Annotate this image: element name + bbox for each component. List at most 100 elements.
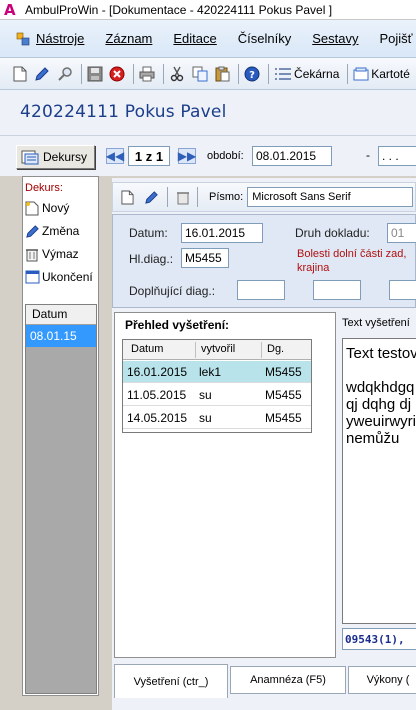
diagnosis-description-line2: krajina	[297, 262, 330, 274]
exam-text-line: nemůžu	[346, 430, 400, 447]
column-header-dg[interactable]: Dg.	[267, 343, 284, 355]
new-document-icon[interactable]	[117, 187, 137, 207]
doplnujici-diag-field-1[interactable]	[237, 280, 285, 300]
search-icon[interactable]	[57, 64, 73, 84]
dekursy-button[interactable]: Dekursy	[16, 145, 95, 169]
column-header-datum[interactable]: Datum	[131, 343, 163, 355]
menu-sestavy[interactable]: Sestavy	[312, 31, 358, 46]
new-document-icon[interactable]	[12, 64, 28, 84]
cell-vytvoril: lek1	[199, 365, 222, 379]
toolbar-separator	[167, 187, 168, 207]
pencil-icon	[24, 223, 40, 239]
next-record-icon[interactable]: ▶▶	[178, 148, 196, 164]
pencil-icon[interactable]	[141, 187, 161, 207]
title-bar: A AmbulProWin - [Dokumentace - 420224111…	[0, 0, 416, 20]
dekurs-delete-button[interactable]: Výmaz	[24, 246, 79, 262]
dekurs-edit-button[interactable]: Změna	[24, 223, 79, 239]
trash-icon	[24, 246, 40, 262]
exam-overview-panel: Přehled vyšetření: Datum vytvořil Dg. 16…	[114, 312, 336, 658]
record-pager: 1 z 1	[128, 146, 170, 166]
app-logo-icon: A	[4, 0, 16, 19]
dekurs-new-button[interactable]: Nový	[24, 200, 69, 216]
menu-pojisteni[interactable]: Pojišť	[379, 31, 412, 46]
hldiag-label: Hl.diag.:	[129, 252, 174, 266]
paste-icon[interactable]	[214, 64, 230, 84]
font-select[interactable]: Microsoft Sans Serif	[247, 187, 414, 207]
dekurs-list-item[interactable]: 08.01.15	[26, 325, 96, 347]
window-title: AmbulProWin - [Dokumentace - 420224111 P…	[25, 2, 333, 17]
hldiag-field[interactable]: M5455	[181, 248, 229, 268]
tab-vykony[interactable]: Výkony (	[348, 666, 416, 694]
copy-icon[interactable]	[192, 64, 208, 84]
print-icon[interactable]	[139, 64, 155, 84]
doplnujici-diag-field-2[interactable]	[313, 280, 361, 300]
cekarna-button[interactable]: Čekárna	[274, 67, 339, 81]
column-header-vytvoril[interactable]: vytvořil	[201, 343, 235, 355]
dekurs-delete-label: Výmaz	[42, 247, 79, 261]
obdobi-to-field[interactable]: . . .	[378, 146, 416, 166]
menu-ciselniky[interactable]: Číselníky	[238, 31, 291, 46]
previous-record-icon[interactable]: ◀◀	[106, 148, 124, 164]
menu-editace[interactable]: Editace	[173, 31, 216, 46]
menu-nastroje[interactable]: Nástroje	[36, 31, 84, 46]
font-label: Písmo:	[209, 191, 244, 203]
dekursy-label: Dekursy	[43, 150, 88, 164]
cancel-icon[interactable]	[109, 64, 125, 84]
pencil-icon[interactable]	[34, 64, 50, 84]
menu-zaznam-label: Záznam	[105, 31, 153, 46]
dekurs-title: Dekurs:	[25, 182, 63, 194]
dekurs-list-header: Datum	[26, 305, 96, 325]
save-icon[interactable]	[87, 64, 103, 84]
table-row[interactable]: 14.05.2015 su M5455	[123, 407, 311, 429]
dekursy-icon	[21, 150, 39, 165]
trash-icon[interactable]	[173, 187, 193, 207]
help-icon[interactable]: ?	[244, 64, 260, 84]
doplnujici-diag-field-3[interactable]	[389, 280, 416, 300]
exam-text-first-line: Text testov	[346, 345, 416, 362]
table-row[interactable]: 11.05.2015 su M5455	[123, 384, 311, 406]
editor-toolbar: Písmo: Microsoft Sans Serif	[112, 182, 416, 212]
tab-anamneza[interactable]: Anamnéza (F5)	[230, 666, 346, 694]
obdobi-separator: -	[366, 148, 370, 162]
menu-zaznam[interactable]: Záznam	[105, 31, 152, 46]
patient-header: 420224111 Pokus Pavel	[0, 90, 416, 136]
exam-area: Přehled vyšetření: Datum vytvořil Dg. 16…	[112, 312, 416, 662]
datum-field[interactable]: 16.01.2015	[181, 223, 263, 243]
column-separator[interactable]	[195, 342, 196, 358]
dekurs-new-label: Nový	[42, 201, 70, 215]
druh-dokladu-label: Druh dokladu:	[295, 226, 370, 240]
tab-vysetreni[interactable]: Vyšetření (ctr_)	[114, 664, 228, 698]
druh-dokladu-field[interactable]: 01	[387, 223, 416, 243]
exam-text-line: wdqkhdgq	[346, 379, 415, 396]
exam-overview-title: Přehled vyšetření:	[125, 318, 230, 332]
card-file-icon	[353, 67, 369, 80]
procedure-code-field[interactable]: 09543(1),	[342, 628, 416, 650]
toolbar-separator	[197, 187, 198, 207]
close-window-icon	[24, 269, 40, 285]
toolbar-separator	[268, 63, 270, 84]
kartoteka-button[interactable]: Kartoté	[353, 67, 410, 81]
table-row[interactable]: 16.01.2015 lek1 M5455	[123, 361, 311, 383]
menu-bar: Nástroje Záznam Editace Číselníky Sestav…	[0, 20, 416, 58]
obdobi-label: období:	[207, 150, 244, 162]
cell-vytvoril: su	[199, 411, 212, 425]
cut-icon[interactable]	[169, 64, 185, 84]
dekurs-edit-label: Změna	[42, 224, 80, 238]
toolbar-separator	[347, 63, 349, 84]
cekarna-label: Čekárna	[294, 66, 340, 81]
toolbar-separator	[163, 63, 165, 84]
dekurs-close-button[interactable]: Ukončení	[24, 269, 93, 285]
exam-grid: Datum vytvořil Dg. 16.01.2015 lek1 M5455…	[122, 339, 312, 433]
cell-dg: M5455	[265, 365, 302, 379]
bottom-tabs: Vyšetření (ctr_) Anamnéza (F5) Výkony (	[112, 662, 416, 710]
dekurs-panel: Dekurs: Nový Změna Výmaz Ukončení Datum …	[22, 176, 99, 696]
cell-vytvoril: su	[199, 388, 212, 402]
dekurs-nav-row: Dekursy ◀◀ 1 z 1 ▶▶ období: 08.01.2015 -…	[0, 136, 416, 176]
cell-datum: 11.05.2015	[127, 388, 187, 402]
toolbar-separator	[80, 63, 82, 84]
mdi-system-menu-icon[interactable]	[16, 32, 30, 46]
exam-text-editor[interactable]: Text testov wdqkhdgq qj dqhg dj yweuirwy…	[342, 338, 416, 624]
obdobi-from-field[interactable]: 08.01.2015	[252, 146, 332, 166]
menu-sestavy-label: Sestavy	[312, 31, 359, 46]
column-separator[interactable]	[261, 342, 262, 358]
